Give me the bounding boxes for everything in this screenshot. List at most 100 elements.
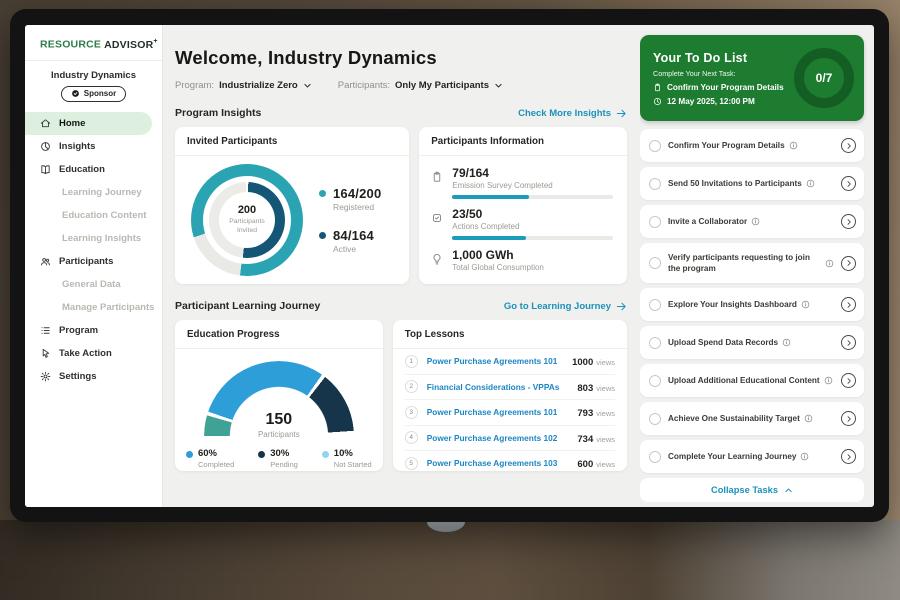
sponsor-badge-icon [71, 89, 80, 98]
lesson-link[interactable]: Financial Considerations - VPPAs [427, 382, 560, 392]
legend-value: 30% [270, 448, 298, 459]
lesson-link[interactable]: Power Purchase Agreements 103 [427, 458, 558, 468]
page-title: Welcome, Industry Dynamics [175, 47, 627, 69]
sidebar-item-manage-participants[interactable]: Manage Participants [25, 296, 162, 319]
task-checkbox[interactable] [649, 216, 661, 228]
lesson-views-label: views [596, 358, 615, 367]
lesson-rank: 1 [405, 355, 418, 368]
task-checkbox[interactable] [649, 451, 661, 463]
legend-dot [186, 451, 193, 458]
task-chevron-button[interactable] [841, 176, 856, 191]
sidebar-item-label: Learning Journey [62, 187, 142, 198]
task-checkbox[interactable] [649, 257, 661, 269]
program-select[interactable]: Industrialize Zero [219, 80, 312, 91]
task-chevron-button[interactable] [841, 373, 856, 388]
lesson-row: 4 Power Purchase Agreements 102 734views [405, 426, 615, 452]
info-icon[interactable] [801, 300, 810, 309]
task-chevron-button[interactable] [841, 256, 856, 271]
sidebar-item-label: Education Content [62, 210, 146, 221]
task-item-send-invitations[interactable]: Send 50 Invitations to Participants [640, 167, 864, 200]
clipboard-icon [431, 171, 443, 183]
sidebar-item-general-data[interactable]: General Data [25, 273, 162, 296]
sidebar-item-learning-journey[interactable]: Learning Journey [25, 181, 162, 204]
sidebar-item-education-content[interactable]: Education Content [25, 204, 162, 227]
arrow-right-icon [616, 108, 627, 119]
lesson-rank: 5 [405, 457, 418, 470]
task-chevron-button[interactable] [841, 297, 856, 312]
sidebar-item-home[interactable]: Home [25, 112, 152, 135]
lesson-rank: 4 [405, 431, 418, 444]
task-item-upload-educational-content[interactable]: Upload Additional Educational Content [640, 364, 864, 397]
sidebar-item-take-action[interactable]: Take Action [25, 342, 162, 365]
chevron-right-icon [845, 453, 853, 461]
lesson-views-label: views [596, 435, 615, 444]
task-checkbox[interactable] [649, 375, 661, 387]
participants-select-value: Only My Participants [395, 80, 489, 91]
sidebar-item-education[interactable]: Education [25, 158, 162, 181]
sidebar-item-learning-insights[interactable]: Learning Insights [25, 227, 162, 250]
lesson-link[interactable]: Power Purchase Agreements 102 [427, 433, 558, 443]
info-icon[interactable] [789, 141, 798, 150]
lesson-views-label: views [596, 460, 615, 469]
legend-value: 60% [198, 448, 234, 459]
go-to-learning-journey-link[interactable]: Go to Learning Journey [504, 301, 627, 312]
legend-item-pending: 30% Pending [258, 448, 298, 469]
todo-progress-value: 0/7 [816, 71, 833, 85]
info-icon[interactable] [782, 338, 791, 347]
task-chevron-button[interactable] [841, 449, 856, 464]
task-item-explore-insights[interactable]: Explore Your Insights Dashboard [640, 288, 864, 321]
info-row-actions: 23/50 Actions Completed [431, 207, 613, 240]
task-item-upload-spend-data[interactable]: Upload Spend Data Records [640, 326, 864, 359]
section-title: Program Insights [175, 107, 261, 119]
info-icon[interactable] [825, 259, 834, 268]
info-icon[interactable] [800, 452, 809, 461]
info-icon[interactable] [751, 217, 760, 226]
task-item-confirm-program[interactable]: Confirm Your Program Details [640, 129, 864, 162]
task-item-achieve-sustainability-target[interactable]: Achieve One Sustainability Target [640, 402, 864, 435]
lesson-views-label: views [596, 409, 615, 418]
task-item-verify-participants[interactable]: Verify participants requesting to join t… [640, 243, 864, 283]
chevron-right-icon [845, 180, 853, 188]
participants-select[interactable]: Only My Participants [395, 80, 503, 91]
pointer-icon [40, 348, 51, 359]
task-checkbox[interactable] [649, 299, 661, 311]
task-checkbox[interactable] [649, 337, 661, 349]
sidebar-item-program[interactable]: Program [25, 319, 162, 342]
todo-title: Your To Do List [653, 51, 794, 65]
legend-label: Completed [198, 460, 234, 469]
progress-track [452, 236, 613, 240]
check-more-insights-link[interactable]: Check More Insights [518, 108, 627, 119]
task-chevron-button[interactable] [841, 214, 856, 229]
info-icon[interactable] [804, 414, 813, 423]
task-chevron-button[interactable] [841, 335, 856, 350]
task-item-complete-learning-journey[interactable]: Complete Your Learning Journey [640, 440, 864, 473]
chevron-right-icon [845, 377, 853, 385]
task-checkbox[interactable] [649, 178, 661, 190]
task-chevron-button[interactable] [841, 138, 856, 153]
program-filter-label: Program: [175, 80, 214, 91]
info-icon[interactable] [824, 376, 833, 385]
task-item-invite-collaborator[interactable]: Invite a Collaborator [640, 205, 864, 238]
info-value: 79/164 [452, 166, 613, 180]
task-chevron-button[interactable] [841, 411, 856, 426]
task-checkbox[interactable] [649, 413, 661, 425]
sidebar-item-insights[interactable]: Insights [25, 135, 162, 158]
task-checkbox[interactable] [649, 140, 661, 152]
brand-plus: + [153, 38, 157, 45]
sidebar-item-label: Insights [59, 141, 95, 152]
legend-dot [258, 451, 265, 458]
collapse-tasks-link[interactable]: Collapse Tasks [640, 478, 864, 502]
sidebar-item-label: Education [59, 164, 105, 175]
list-icon [40, 325, 51, 336]
lesson-row: 5 Power Purchase Agreements 103 600views [405, 451, 615, 471]
lesson-link[interactable]: Power Purchase Agreements 101 [427, 356, 558, 366]
sidebar-item-label: Manage Participants [62, 302, 154, 313]
brand-secondary: ADVISOR [104, 39, 153, 51]
sidebar-item-settings[interactable]: Settings [25, 365, 162, 388]
info-icon[interactable] [806, 179, 815, 188]
donut-center-label: Participants Invited [221, 218, 273, 236]
sidebar-item-label: General Data [62, 279, 121, 290]
sidebar-item-participants[interactable]: Participants [25, 250, 162, 273]
lesson-link[interactable]: Power Purchase Agreements 101 [427, 407, 558, 417]
lesson-row: 2 Financial Considerations - VPPAs 803vi… [405, 375, 615, 401]
